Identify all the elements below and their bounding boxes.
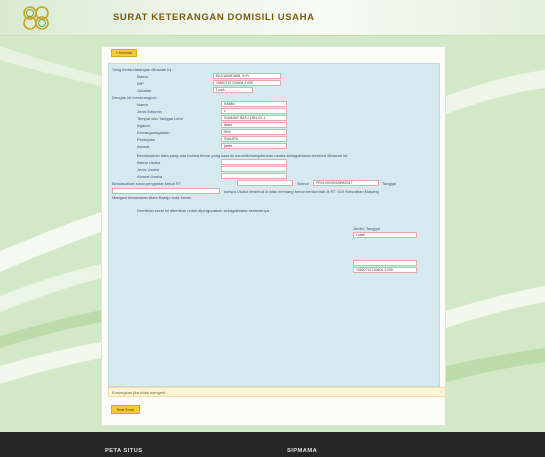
subject-gender-field[interactable]: L — [221, 108, 287, 114]
business-type-label: Jenis Usaha — [137, 167, 160, 172]
note-text: Kosongkan jika tidak mengerti — [112, 390, 166, 395]
back-button[interactable]: « Kembali — [111, 49, 137, 57]
subject-nama-field[interactable]: HAMBI — [221, 101, 287, 107]
tanggal-label: Tanggal — [382, 181, 397, 186]
subject-address-field[interactable]: jambi — [221, 143, 287, 149]
subject-gender-label: Jenis Kelamin — [137, 109, 162, 114]
sign-place-label: Jambi, Tanggal — [353, 226, 380, 231]
submit-button[interactable]: Buat Surat — [111, 405, 140, 414]
note-bar: Kosongkan jika tidak mengerti — [108, 387, 446, 397]
rt-prefix: Berdasarkan surat pengantar ketua RT — [112, 181, 182, 186]
business-address-label: Alamat Usaha — [137, 174, 163, 179]
sign-role-field[interactable]: Lurah — [353, 232, 417, 238]
signer-intro: Yang bertandatangan dibawah ini : — [112, 67, 174, 72]
page-title: SURAT KETERANGAN DOMISILI USAHA — [113, 12, 315, 23]
subject-address-label: Alamat — [137, 144, 150, 149]
subject-citizenship-field[interactable]: WNI — [221, 129, 287, 135]
sign-nip-field[interactable]: 19820712 200604 2 009 — [353, 267, 417, 273]
header: SURAT KETERANGAN DOMISILI USAHA — [0, 0, 545, 36]
business-address-field[interactable] — [221, 173, 287, 179]
business-intro: Berdasarkan data yang ada bahwa benar ya… — [137, 153, 349, 158]
rt-field[interactable] — [237, 180, 293, 186]
form-panel: « Kembali Yang bertandatangan dibawah in… — [101, 46, 446, 426]
subject-job-label: Pekerjaan — [137, 137, 156, 142]
signer-jabatan-label: Jabatan — [137, 88, 152, 93]
subject-religion-field[interactable]: islam — [221, 122, 287, 128]
rt-extra-field[interactable] — [112, 188, 220, 194]
district-line: Mangasi kecamatan Alam Barajo kota Jambi… — [112, 195, 193, 200]
nomor-field[interactable]: PROL/00/03/2/MM/2017 — [313, 180, 379, 186]
subject-nama-label: Nama — [137, 102, 148, 107]
footer: PETA SITUS SIPMAMA — [0, 432, 545, 457]
subject-birth-field[interactable]: GUNUNG BATU 1951-01-1 — [221, 115, 287, 121]
subject-religion-label: Agama — [137, 123, 150, 128]
signer-nip-label: NIP — [137, 81, 144, 86]
subject-intro: Dengan ini menerangkan : — [112, 95, 159, 100]
subject-job-field[interactable]: SWASTA — [221, 136, 287, 142]
subject-citizenship-label: Kewarganegaraan — [137, 130, 170, 135]
closing-text: Demikian surat ini diberikan untuk diper… — [137, 208, 270, 213]
signer-name-label: Nama — [137, 74, 148, 79]
rt-suffix: bahwa Usaha tersebut di atas memang bena… — [224, 189, 379, 194]
signer-nip-field[interactable]: 19820712 200604 2 009 — [213, 80, 281, 86]
business-name-label: Nama Usaha — [137, 160, 161, 165]
signer-name-field[interactable]: EKA WAHDIANI, S.Pi — [213, 73, 281, 79]
footer-link-sipmama[interactable]: SIPMAMA — [287, 448, 317, 454]
subject-birth-label: Tempat dan Tanggal Lahir — [137, 116, 183, 121]
business-name-field[interactable] — [221, 159, 287, 165]
sign-name-field[interactable] — [353, 260, 417, 266]
signer-jabatan-field[interactable]: Lurah — [213, 87, 253, 93]
letter-form: Yang bertandatangan dibawah ini : Nama E… — [108, 63, 440, 387]
nomor-label: Nomor — [297, 181, 310, 186]
clover-logo-icon — [23, 6, 49, 30]
footer-link-sitemap[interactable]: PETA SITUS — [105, 448, 143, 454]
business-type-field[interactable] — [221, 166, 287, 172]
